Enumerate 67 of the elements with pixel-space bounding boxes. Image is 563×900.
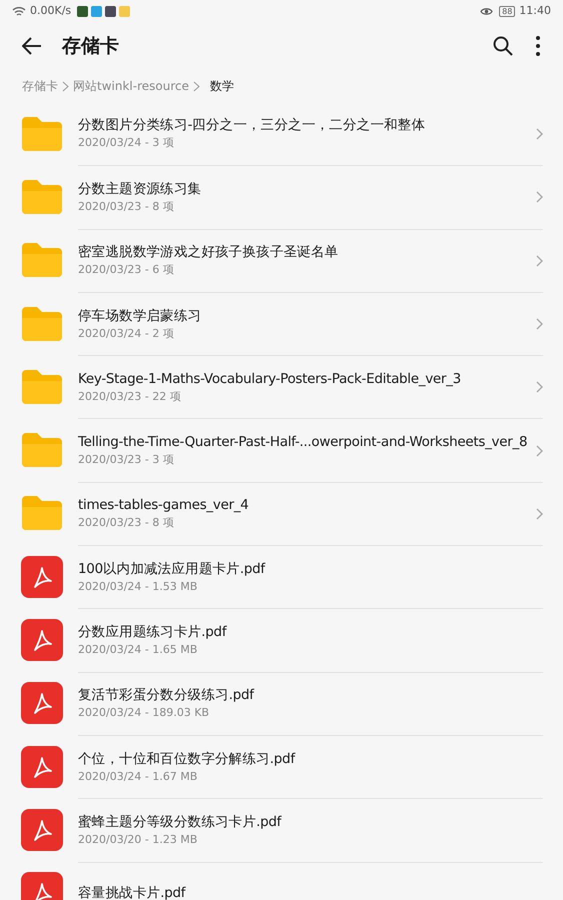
file-list-item[interactable]: 个位，十位和百位数字分解练习.pdf 2020/03/24 - 1.67 MB	[0, 734, 563, 798]
item-name: 分数图片分类练习-四分之一，三分之一，二分之一和整体	[78, 116, 426, 136]
file-list-item[interactable]: Key-Stage-1-Maths-Vocabulary-Posters-Pack-Editable_ver_3 2020/03/23 - 22 项	[0, 355, 563, 418]
item-name: 分数主题资源练习集	[78, 180, 202, 199]
item-name: times-tables-games_ver_4	[78, 496, 250, 516]
battery-indicator: 88	[499, 6, 516, 16]
item-name: 容量挑战卡片.pdf	[78, 884, 187, 900]
network-speed: 0.00K/s	[30, 2, 72, 19]
folder-icon	[20, 368, 64, 406]
file-list-item[interactable]: 容量挑战卡片.pdf	[0, 862, 563, 900]
chevron-icon	[536, 128, 543, 140]
search-button[interactable]	[491, 34, 515, 58]
item-details: 2020/03/24 - 3 项	[78, 135, 175, 152]
page-title: 存储卡	[62, 34, 119, 59]
pdf-icon	[21, 619, 63, 662]
file-list-item[interactable]: 密室逃脱数学游戏之好孩子换孩子圣诞名单 2020/03/23 - 6 项	[0, 228, 563, 292]
folder-icon	[20, 241, 64, 280]
item-details: 2020/03/24 - 189.03 KB	[78, 705, 210, 722]
chevron-icon	[536, 318, 543, 330]
chevron-icon	[536, 254, 543, 267]
file-list-item[interactable]: 分数图片分类练习-四分之一，三分之一，二分之一和整体 2020/03/24 - 3 项	[0, 102, 563, 166]
item-details: 2020/03/23 - 3 项	[78, 452, 175, 468]
file-list-item[interactable]: times-tables-games_ver_4 2020/03/23 - 8 项	[0, 482, 563, 546]
folder-icon	[20, 114, 64, 153]
item-name: 个位，十位和百位数字分解练习.pdf	[78, 750, 296, 769]
folder-icon	[20, 304, 64, 343]
chevron-icon	[62, 80, 69, 92]
file-list-item[interactable]: 复活节彩蛋分数分级练习.pdf 2020/03/24 - 189.03 KB	[0, 672, 563, 735]
file-list-item[interactable]: 分数主题资源练习集 2020/03/23 - 8 项	[0, 165, 563, 229]
pdf-icon	[21, 808, 63, 851]
clock: 11:40	[519, 2, 551, 19]
item-name: 复活节彩蛋分数分级练习.pdf	[78, 686, 256, 706]
folder-icon	[20, 431, 64, 470]
item-name: 蜜蜂主题分等级分数练习卡片.pdf	[78, 812, 283, 832]
chevron-icon	[536, 444, 543, 457]
item-details: 2020/03/23 - 22 项	[78, 388, 182, 405]
breadcrumb-link[interactable]: 数学	[210, 77, 234, 95]
pdf-icon	[21, 556, 63, 598]
item-details: 2020/03/20 - 1.23 MB	[78, 832, 198, 848]
folder-icon	[20, 178, 64, 216]
item-name: Key-Stage-1-Maths-Vocabulary-Posters-Pack-Editable_ver_3	[78, 370, 462, 389]
item-details: 2020/03/23 - 8 项	[78, 198, 175, 215]
file-list-item[interactable]: 蜜蜂主题分等级分数练习卡片.pdf 2020/03/20 - 1.23 MB	[0, 798, 563, 862]
item-name: 密室逃脱数学游戏之好孩子换孩子圣诞名单	[78, 243, 340, 262]
item-details: 2020/03/24 - 1.53 MB	[78, 578, 198, 595]
item-name: Telling-the-Time-Quarter-Past-Half-...owerpoint-and-Worksheets_ver_8	[78, 433, 528, 452]
item-name: 分数应用题练习卡片.pdf	[78, 623, 228, 642]
pdf-icon	[21, 746, 63, 788]
item-name: 停车场数学启蒙练习	[78, 306, 202, 326]
file-list-item[interactable]: Telling-the-Time-Quarter-Past-Half-...owerpoint-and-Worksheets_ver_8 2020/03/23 - 3 项	[0, 418, 563, 482]
chevron-icon	[536, 191, 543, 204]
item-name: 100以内加减法应用题卡片.pdf	[78, 560, 266, 579]
chevron-icon	[536, 508, 543, 520]
chevron-icon	[192, 80, 200, 92]
item-details: 2020/03/24 - 1.67 MB	[78, 768, 198, 785]
item-details: 2020/03/23 - 8 项	[78, 515, 175, 532]
pdf-icon	[21, 682, 63, 724]
item-details: 2020/03/23 - 6 项	[78, 262, 175, 278]
file-list-item[interactable]: 分数应用题练习卡片.pdf 2020/03/24 - 1.65 MB	[0, 608, 563, 672]
file-list-item[interactable]: 100以内加减法应用题卡片.pdf 2020/03/24 - 1.53 MB	[0, 545, 563, 608]
wifi-icon	[12, 6, 26, 16]
item-details: 2020/03/24 - 1.65 MB	[78, 642, 198, 658]
folder-icon	[20, 494, 64, 532]
item-details: 2020/03/24 - 2 项	[78, 326, 175, 342]
chevron-icon	[536, 381, 543, 394]
eye-icon	[480, 6, 494, 16]
file-list-item[interactable]: 停车场数学启蒙练习 2020/03/24 - 2 项	[0, 292, 563, 356]
